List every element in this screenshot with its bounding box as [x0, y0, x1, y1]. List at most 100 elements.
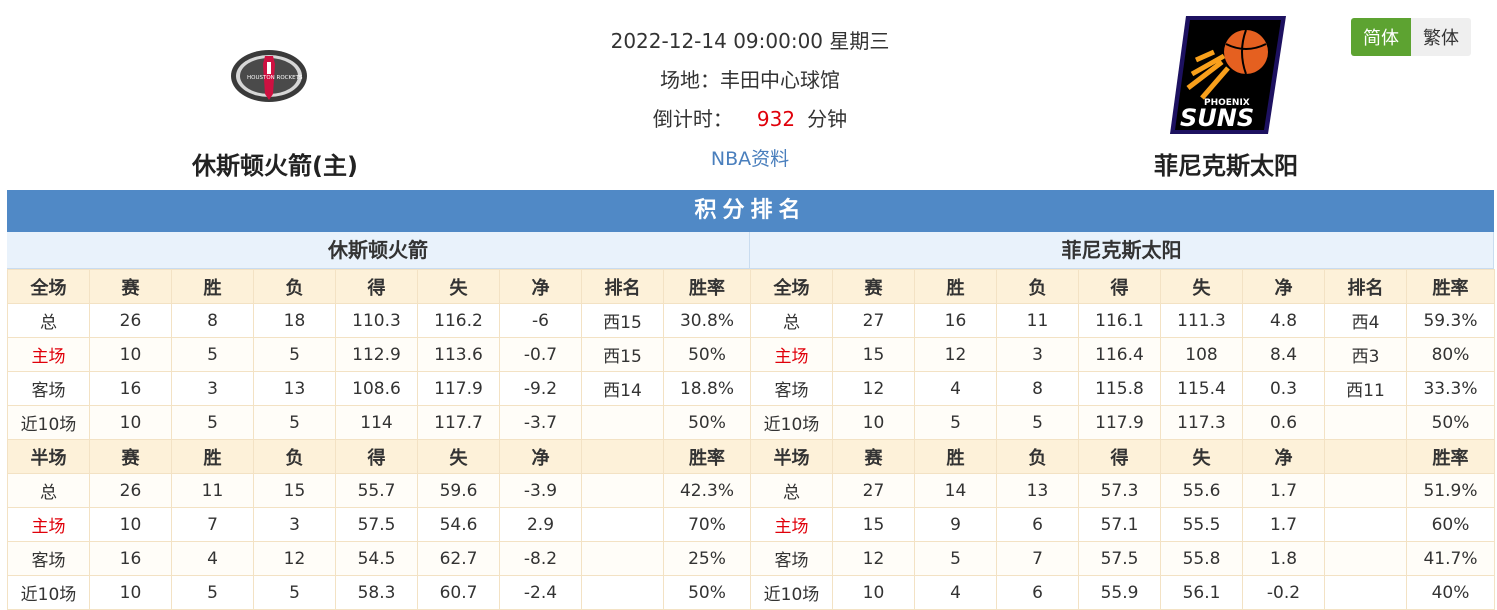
home-table-cell: 7: [171, 507, 254, 542]
home-table-cell: 54.5: [335, 541, 418, 576]
home-table-cell: 54.6: [417, 507, 500, 542]
home-table-cell: 18.8%: [663, 371, 751, 406]
away-table-cell: 50%: [1406, 405, 1495, 440]
simplified-chinese-button[interactable]: 简体: [1351, 18, 1411, 56]
home-table-cell: 114: [335, 405, 418, 440]
away-table-cell: 西3: [1324, 337, 1407, 372]
away-row-label: 总: [750, 303, 833, 338]
home-table-cell: 11: [171, 473, 254, 508]
home-table-cell: 57.5: [335, 507, 418, 542]
away-column-header: 胜率: [1406, 439, 1495, 474]
home-table-cell: 4: [171, 541, 254, 576]
away-table-row: 近10场 10 5 5 117.9 117.3 0.6 50%: [750, 405, 1495, 440]
away-table-cell: 108: [1160, 337, 1243, 372]
home-half-header-row: 半场赛胜负得失净 胜率: [7, 439, 751, 474]
away-column-header: 失: [1160, 269, 1243, 304]
away-table-row: 近10场 10 4 6 55.9 56.1 -0.2 40%: [750, 575, 1495, 610]
away-table-row: 总 27 16 11 116.1 111.3 4.8 西4 59.3%: [750, 303, 1495, 338]
home-column-header: 净: [499, 439, 582, 474]
away-table-cell: 5: [914, 541, 997, 576]
home-column-header: 半场: [7, 439, 90, 474]
away-table-cell: 7: [996, 541, 1079, 576]
home-table-cell: 18: [253, 303, 336, 338]
countdown-unit: 分钟: [807, 107, 848, 131]
away-column-header: 负: [996, 269, 1079, 304]
away-table-cell: 80%: [1406, 337, 1495, 372]
away-table-cell: 5: [996, 405, 1079, 440]
away-table-cell: 51.9%: [1406, 473, 1495, 508]
away-table-cell: 1.7: [1242, 473, 1325, 508]
away-table-cell: 55.5: [1160, 507, 1243, 542]
away-table-cell: 55.8: [1160, 541, 1243, 576]
match-datetime: 2022-12-14 09:00:00 星期三: [610, 29, 890, 53]
home-table-cell: -6: [499, 303, 582, 338]
home-table-cell: 58.3: [335, 575, 418, 610]
home-standings-table: 全场赛胜负得失净排名 胜率总 26 8 18 110.3 116.2 -6 西15 30.8% 主场…: [7, 269, 751, 610]
away-column-header: 全场: [750, 269, 833, 304]
home-column-header: [581, 439, 664, 474]
away-table-cell: 60%: [1406, 507, 1495, 542]
away-table-cell: 14: [914, 473, 997, 508]
home-table-cell: 10: [89, 575, 172, 610]
away-column-header: 半场: [750, 439, 833, 474]
home-table-cell: 108.6: [335, 371, 418, 406]
home-row-label: 主场: [7, 337, 90, 372]
home-column-header: 负: [253, 269, 336, 304]
away-table-cell: [1324, 473, 1407, 508]
home-column-header: 排名: [581, 269, 664, 304]
home-row-label: 客场: [7, 371, 90, 406]
nba-data-link[interactable]: NBA资料: [700, 144, 800, 171]
away-standings: 菲尼克斯太阳 全场赛胜负得失净排名 胜率总 27 16 11 116.1 111.3 4.8 西…: [750, 232, 1495, 610]
home-table-cell: 55.7: [335, 473, 418, 508]
away-row-label: 近10场: [750, 405, 833, 440]
home-column-header: 净: [499, 269, 582, 304]
away-column-header: [1324, 439, 1407, 474]
away-table-cell: 13: [996, 473, 1079, 508]
away-column-header: 赛: [832, 269, 915, 304]
home-table-cell: 13: [253, 371, 336, 406]
away-table-cell: 116.4: [1078, 337, 1161, 372]
away-table-cell: 12: [914, 337, 997, 372]
away-table-cell: 9: [914, 507, 997, 542]
away-table-cell: 56.1: [1160, 575, 1243, 610]
home-table-cell: 60.7: [417, 575, 500, 610]
houston-rockets-logo: HOUSTON ROCKETS: [231, 50, 307, 102]
away-column-header: 净: [1242, 439, 1325, 474]
home-team-name: 休斯顿火箭(主): [192, 152, 358, 180]
away-table-cell: 57.3: [1078, 473, 1161, 508]
home-table-cell: 3: [253, 507, 336, 542]
home-table-cell: 26: [89, 303, 172, 338]
home-table-cell: 西15: [581, 303, 664, 338]
home-row-label: 近10场: [7, 405, 90, 440]
home-table-cell: 8: [171, 303, 254, 338]
away-column-header: 胜: [914, 439, 997, 474]
away-table-cell: 8: [996, 371, 1079, 406]
home-table-row: 总 26 11 15 55.7 59.6 -3.9 42.3%: [7, 473, 751, 508]
away-row-label: 总: [750, 473, 833, 508]
home-table-cell: 2.9: [499, 507, 582, 542]
countdown-label: 倒计时：: [652, 107, 733, 131]
home-table-cell: 113.6: [417, 337, 500, 372]
home-table-cell: 10: [89, 507, 172, 542]
language-toggle: 简体 繁体: [1351, 18, 1471, 56]
home-column-header: 赛: [89, 439, 172, 474]
home-table-cell: [581, 405, 664, 440]
home-column-header: 负: [253, 439, 336, 474]
away-table-cell: 11: [996, 303, 1079, 338]
away-table-cell: [1324, 405, 1407, 440]
home-table-cell: 5: [171, 575, 254, 610]
away-table-cell: 0.3: [1242, 371, 1325, 406]
away-table-cell: 1.8: [1242, 541, 1325, 576]
home-row-label: 总: [7, 303, 90, 338]
home-standings-team: 休斯顿火箭: [7, 232, 750, 269]
home-table-cell: 116.2: [417, 303, 500, 338]
away-table-cell: 116.1: [1078, 303, 1161, 338]
away-table-cell: 6: [996, 507, 1079, 542]
away-column-header: 得: [1078, 439, 1161, 474]
away-table-cell: 西11: [1324, 371, 1407, 406]
away-column-header: 胜: [914, 269, 997, 304]
away-table-cell: 12: [832, 371, 915, 406]
home-column-header: 胜率: [663, 439, 751, 474]
away-table-cell: 33.3%: [1406, 371, 1495, 406]
traditional-chinese-button[interactable]: 繁体: [1411, 18, 1471, 56]
